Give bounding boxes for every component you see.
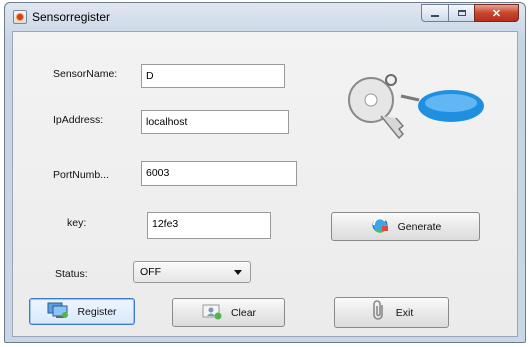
port-number-field[interactable]: 6003: [141, 161, 297, 186]
refresh-icon: [370, 216, 390, 237]
key-field[interactable]: 12fe3: [147, 212, 271, 239]
app-window: Sensorregister ✕ SensorName: D IpAddress…: [4, 2, 526, 343]
java-icon[interactable]: [13, 10, 27, 24]
generate-label: Generate: [397, 220, 442, 233]
clear-button[interactable]: Clear: [172, 298, 285, 327]
paperclip-icon: [370, 300, 388, 325]
chevron-down-icon: [234, 270, 242, 275]
close-icon: ✕: [491, 7, 502, 20]
ip-address-label: IpAddress:: [53, 114, 104, 126]
status-selected-value: OFF: [140, 266, 161, 278]
minimize-button[interactable]: [421, 4, 448, 22]
close-button[interactable]: ✕: [474, 4, 519, 22]
maximize-button[interactable]: [448, 4, 474, 22]
port-number-label: PortNumb...: [53, 169, 110, 181]
register-label: Register: [77, 305, 117, 318]
maximize-icon: [457, 10, 466, 16]
status-label: Status:: [55, 268, 88, 280]
minimize-icon: [431, 15, 439, 17]
keys-icon: [341, 68, 487, 146]
window-title: Sensorregister: [32, 10, 111, 24]
status-dropdown[interactable]: OFF: [133, 261, 251, 283]
user-clear-icon: [201, 302, 223, 323]
exit-label: Exit: [395, 306, 414, 319]
computer-network-icon: [47, 301, 69, 322]
form-panel: SensorName: D IpAddress: localhost PortN…: [12, 31, 518, 337]
window-controls: ✕: [421, 4, 519, 23]
sensor-name-label: SensorName:: [53, 68, 118, 80]
generate-button[interactable]: Generate: [331, 212, 480, 241]
key-label: key:: [67, 217, 87, 229]
clear-label: Clear: [230, 306, 257, 319]
register-button[interactable]: Register: [29, 298, 135, 325]
exit-button[interactable]: Exit: [334, 297, 449, 328]
sensor-name-field[interactable]: D: [141, 64, 285, 88]
ip-address-field[interactable]: localhost: [141, 110, 289, 134]
title-bar[interactable]: Sensorregister ✕: [5, 3, 525, 31]
